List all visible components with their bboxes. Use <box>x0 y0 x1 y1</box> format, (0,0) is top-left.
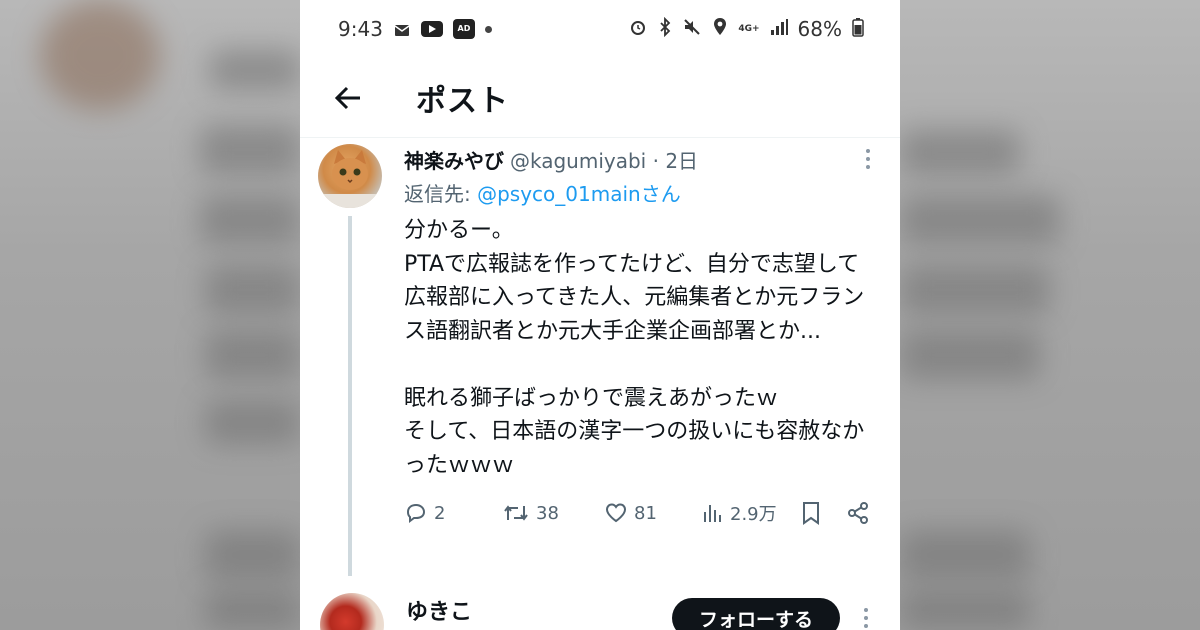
views-icon <box>704 505 721 522</box>
background-left <box>0 0 300 630</box>
phone-screen: 9:43 AD 4G+ 68% ポスト 神楽みやび @kagumiyabi · … <box>300 0 900 630</box>
youtube-icon <box>420 21 443 37</box>
mute-icon <box>682 17 702 42</box>
author-avatar[interactable] <box>318 144 382 208</box>
author-name[interactable]: 神楽みやび <box>404 145 504 174</box>
status-time: 9:43 <box>338 17 383 41</box>
reply-icon <box>406 503 426 523</box>
heart-icon <box>605 503 627 523</box>
battery-icon <box>852 17 864 42</box>
like-count: 81 <box>634 502 657 524</box>
tweet-body: 分かるー。 PTAで広報誌を作ってたけど、自分で志望して広報部に入ってきた人、元… <box>404 218 865 478</box>
arrow-left-icon <box>334 86 360 109</box>
author-handle-time[interactable]: @kagumiyabi · 2日 <box>510 145 698 174</box>
status-bar: 9:43 AD 4G+ 68% <box>300 0 900 58</box>
top-app-bar: ポスト <box>300 58 900 138</box>
reply-to-line: 返信先: @psyco_01mainさん <box>404 178 880 206</box>
signal-icon <box>770 17 788 41</box>
views-count: 2.9万 <box>730 504 777 525</box>
bookmark-button[interactable] <box>800 500 822 526</box>
action-bar: 2 38 81 2.9万 <box>404 496 880 530</box>
like-button[interactable]: 81 <box>604 501 688 525</box>
retweet-count: 38 <box>536 502 559 524</box>
reply-to-link[interactable]: @psyco_01mainさん <box>477 182 681 206</box>
share-icon <box>848 502 868 524</box>
cat-avatar-icon <box>318 150 382 208</box>
follow-button[interactable]: フォローする <box>672 598 840 630</box>
reply-button[interactable]: 2 <box>404 501 484 525</box>
reply-to-prefix: 返信先: <box>404 182 478 206</box>
ad-icon: AD <box>452 19 475 39</box>
battery-percent: 68% <box>797 17 842 41</box>
mail-icon <box>393 20 411 38</box>
network-label: 4G+ <box>738 24 760 34</box>
reply-count: 2 <box>434 502 446 524</box>
thread-line <box>348 216 352 576</box>
alarm-icon <box>628 17 648 42</box>
back-button[interactable] <box>330 80 366 116</box>
reply-tweet[interactable]: 神楽みやび @kagumiyabi · 2日 返信先: @psyco_01mai… <box>300 138 900 576</box>
page-title: ポスト <box>416 83 509 119</box>
more-options-button[interactable] <box>856 147 880 171</box>
retweet-button[interactable]: 38 <box>502 501 594 525</box>
next-author-name[interactable]: ゆきこ <box>406 594 472 626</box>
next-tweet[interactable]: ゆきこ フォローする <box>300 588 900 630</box>
bookmark-icon <box>803 502 819 525</box>
bluetooth-icon <box>658 16 672 42</box>
next-more-options-button[interactable] <box>854 606 878 630</box>
views-button[interactable]: 2.9万 <box>702 500 792 526</box>
share-button[interactable] <box>846 501 870 525</box>
notification-dot-icon <box>484 25 492 33</box>
next-author-avatar[interactable] <box>320 593 384 630</box>
location-icon <box>712 17 728 42</box>
retweet-icon <box>504 505 528 521</box>
background-right <box>900 0 1200 630</box>
